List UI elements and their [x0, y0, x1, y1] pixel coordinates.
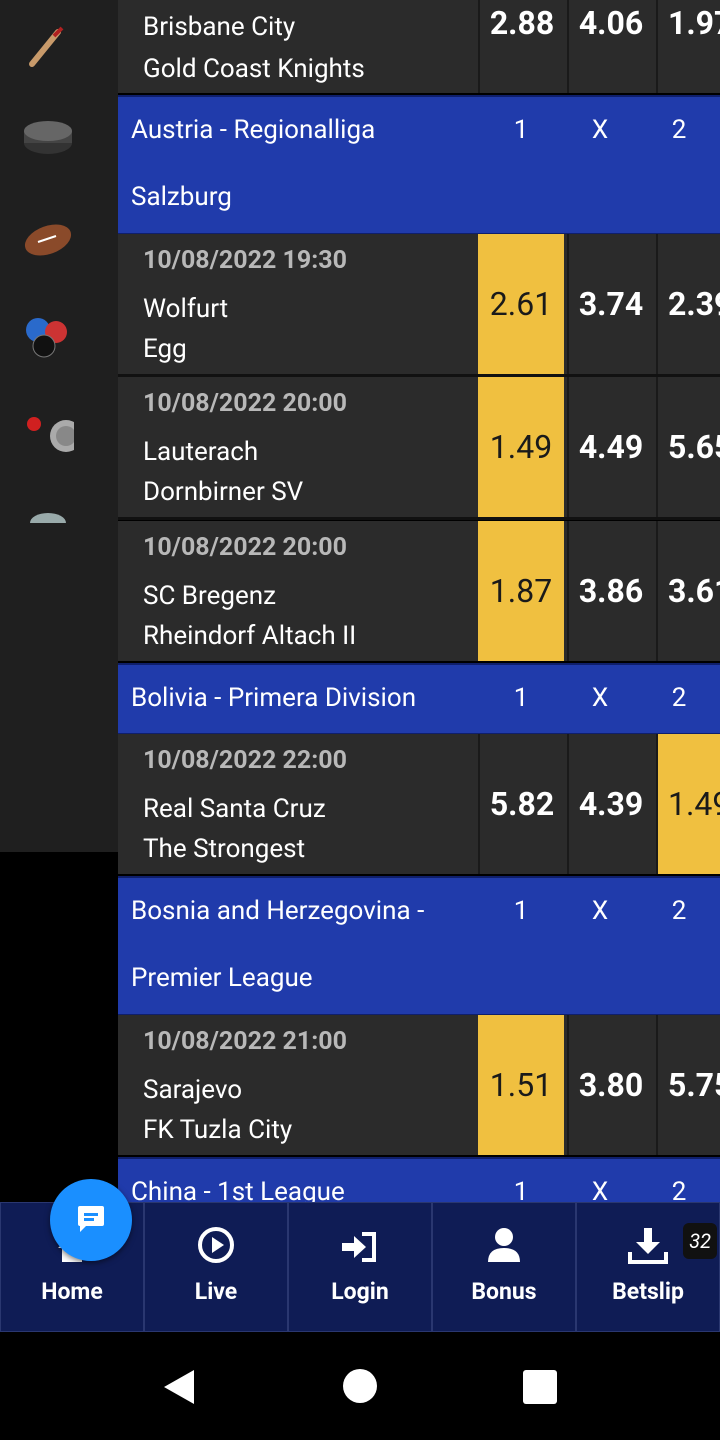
odd-draw[interactable]: 4.49: [567, 377, 653, 517]
away-team: Dornbirner SV: [143, 477, 304, 507]
away-team: Rheindorf Altach II: [143, 621, 357, 651]
away-team: Egg: [143, 334, 187, 364]
match-date: 10/08/2022 20:00: [143, 389, 347, 418]
league-name-line2: Premier League: [131, 963, 313, 993]
league-header: Bosnia and Herzegovina - Premier League …: [118, 876, 720, 1016]
odd-home[interactable]: 2.61: [478, 234, 564, 374]
user-icon: [486, 1226, 522, 1268]
home-team: Lauterach: [143, 437, 259, 467]
col-draw: X: [591, 115, 609, 145]
col-away: 2: [671, 683, 687, 713]
col-draw: X: [591, 683, 609, 713]
odd-away[interactable]: 3.61: [656, 521, 720, 661]
american-football-icon[interactable]: [22, 214, 74, 264]
away-team: The Strongest: [143, 834, 306, 864]
col-home: 1: [513, 1177, 529, 1202]
betslip-count-badge: 32: [683, 1223, 717, 1259]
col-away: 2: [671, 896, 687, 926]
league-header: Bolivia - Primera Division 1 X 2: [118, 663, 720, 735]
billiards-icon[interactable]: [22, 310, 74, 360]
play-circle-icon: [197, 1226, 235, 1268]
league-name: Bolivia - Primera Division: [131, 683, 417, 713]
darts-icon[interactable]: [22, 408, 74, 458]
league-name-line2: Salzburg: [131, 182, 232, 212]
odd-away[interactable]: 1.97: [656, 0, 720, 93]
league-header: Austria - Regionalliga Salzburg 1 X 2: [118, 95, 720, 235]
back-icon[interactable]: [160, 1368, 196, 1410]
chat-button[interactable]: [50, 1179, 132, 1261]
match-date: 10/08/2022 19:30: [143, 246, 347, 275]
sports-sidebar: [0, 0, 118, 852]
odd-home[interactable]: 5.82: [478, 734, 564, 874]
away-team: FK Tuzla City: [143, 1115, 293, 1145]
col-away: 2: [671, 1177, 687, 1202]
match-row[interactable]: Brisbane City Gold Coast Knights 2.88 4.…: [118, 0, 720, 93]
match-row[interactable]: 10/08/2022 21:00 Sarajevo FK Tuzla City …: [118, 1015, 720, 1155]
league-header: China - 1st League 1 X 2: [118, 1157, 720, 1202]
col-home: 1: [513, 896, 529, 926]
tab-label: Betslip: [612, 1278, 684, 1305]
odd-home[interactable]: 1.87: [478, 521, 564, 661]
chat-icon: [74, 1202, 108, 1238]
cricket-bat-icon[interactable]: [22, 22, 74, 72]
odd-home[interactable]: 1.49: [478, 377, 564, 517]
match-row[interactable]: 10/08/2022 19:30 Wolfurt Egg 2.61 3.74 2…: [118, 234, 720, 374]
odd-home[interactable]: 1.51: [478, 1015, 564, 1155]
match-row[interactable]: 10/08/2022 20:00 SC Bregenz Rheindorf Al…: [118, 521, 720, 661]
home-team: SC Bregenz: [143, 581, 277, 611]
odd-home[interactable]: 2.88: [478, 0, 564, 93]
home-team: Wolfurt: [143, 294, 229, 324]
odd-draw[interactable]: 4.39: [567, 734, 653, 874]
home-team: Brisbane City: [143, 12, 296, 42]
league-name: Bosnia and Herzegovina -: [131, 896, 425, 926]
col-away: 2: [671, 115, 687, 145]
col-draw: X: [591, 1177, 609, 1202]
odd-away[interactable]: 2.39: [656, 234, 720, 374]
col-home: 1: [513, 683, 529, 713]
odd-draw[interactable]: 3.74: [567, 234, 653, 374]
col-draw: X: [591, 896, 609, 926]
away-team: Gold Coast Knights: [143, 54, 365, 84]
league-name: China - 1st League: [131, 1177, 345, 1202]
tab-label: Live: [194, 1278, 238, 1305]
tab-login[interactable]: Login: [288, 1202, 432, 1332]
hockey-puck-icon[interactable]: [22, 113, 74, 163]
match-date: 10/08/2022 20:00: [143, 533, 347, 562]
match-row[interactable]: 10/08/2022 22:00 Real Santa Cruz The Str…: [118, 734, 720, 874]
tab-label: Home: [41, 1278, 103, 1305]
odd-away[interactable]: 1.49: [656, 734, 720, 874]
home-team: Real Santa Cruz: [143, 794, 326, 824]
tab-bonus[interactable]: Bonus: [432, 1202, 576, 1332]
match-date: 10/08/2022 21:00: [143, 1027, 347, 1056]
match-date: 10/08/2022 22:00: [143, 746, 347, 775]
home-team: Sarajevo: [143, 1075, 243, 1105]
download-icon: [628, 1226, 668, 1268]
odd-draw[interactable]: 3.86: [567, 521, 653, 661]
col-home: 1: [513, 115, 529, 145]
odd-draw[interactable]: 3.80: [567, 1015, 653, 1155]
tab-live[interactable]: Live: [144, 1202, 288, 1332]
recents-icon[interactable]: [522, 1369, 558, 1409]
home-circle-icon[interactable]: [342, 1368, 378, 1408]
tab-betslip[interactable]: Betslip 32: [576, 1202, 720, 1332]
tab-label: Bonus: [471, 1278, 537, 1305]
tab-label: Login: [331, 1278, 389, 1305]
league-name: Austria - Regionalliga: [131, 115, 376, 145]
events-list: Brisbane City Gold Coast Knights 2.88 4.…: [118, 0, 720, 1202]
odd-away[interactable]: 5.65: [656, 377, 720, 517]
login-icon: [340, 1230, 380, 1268]
match-row[interactable]: 10/08/2022 20:00 Lauterach Dornbirner SV…: [118, 377, 720, 517]
odd-draw[interactable]: 4.06: [567, 0, 653, 93]
sport-icon[interactable]: [22, 505, 74, 523]
odd-away[interactable]: 5.75: [656, 1015, 720, 1155]
system-navigation-bar: [0, 1332, 720, 1440]
